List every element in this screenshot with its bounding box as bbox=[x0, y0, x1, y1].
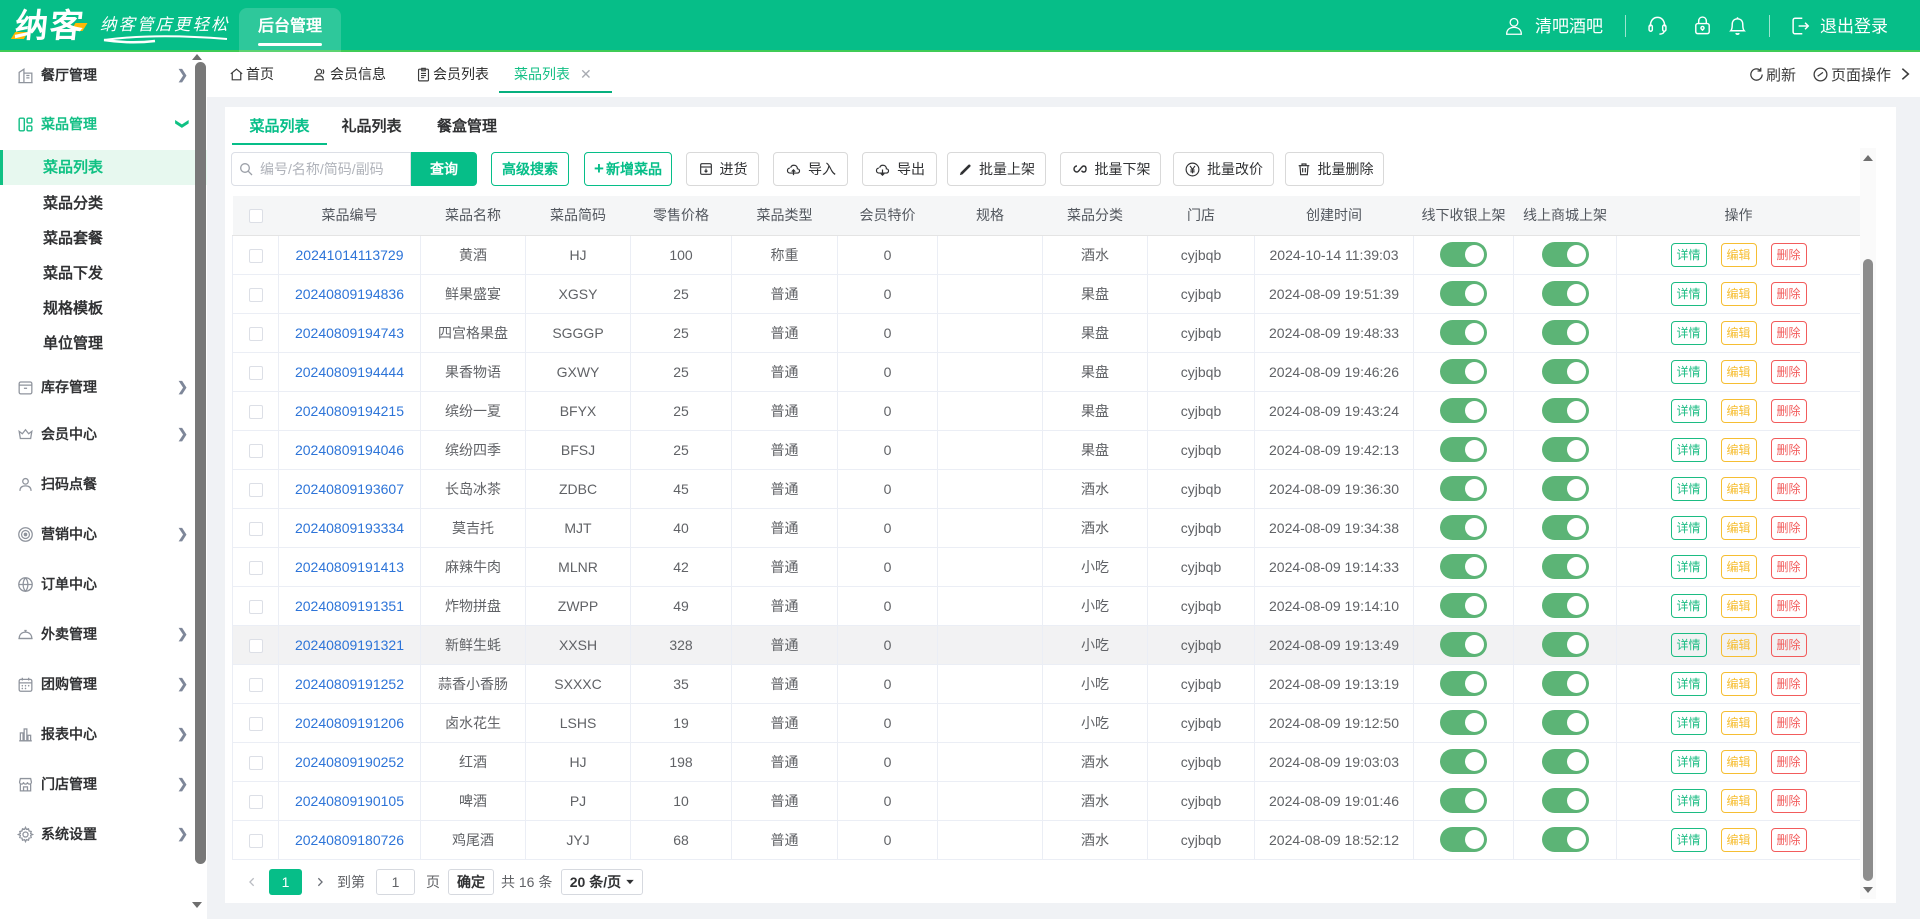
svg-text:纳客管店更轻松: 纳客管店更轻松 bbox=[100, 15, 230, 34]
